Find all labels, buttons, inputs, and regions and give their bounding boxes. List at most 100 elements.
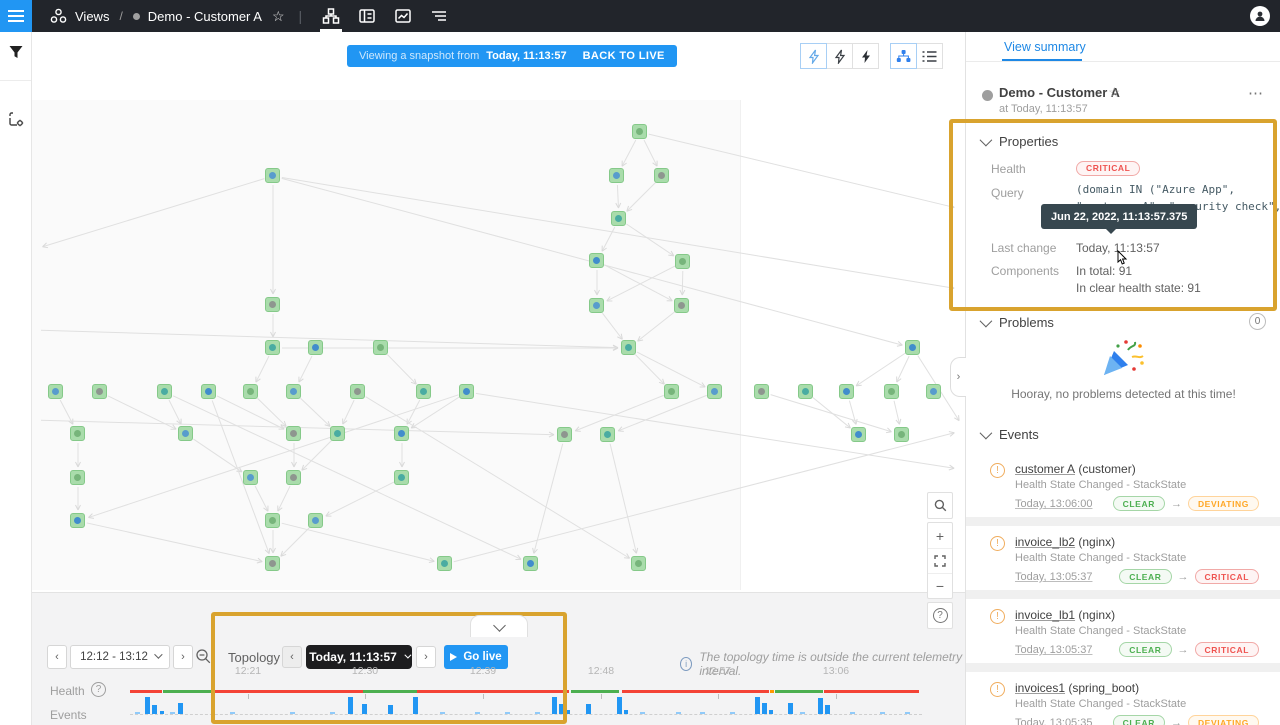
topology-node[interactable] <box>265 168 280 183</box>
zoom-in-button[interactable]: + <box>928 523 952 548</box>
topology-node[interactable] <box>286 426 301 441</box>
filter-icon[interactable] <box>0 32 32 72</box>
topology-node[interactable] <box>798 384 813 399</box>
topology-node[interactable] <box>707 384 722 399</box>
event-name[interactable]: invoice_lb1 (nginx) <box>1015 608 1115 622</box>
topology-node[interactable] <box>839 384 854 399</box>
tab-view-summary[interactable]: View summary <box>1004 40 1086 54</box>
topology-node[interactable] <box>265 297 280 312</box>
topology-canvas[interactable]: Viewing a snapshot from Today, 11:13:57 … <box>32 32 965 592</box>
topology-node[interactable] <box>70 470 85 485</box>
expand-panel-chevron-button[interactable]: › <box>950 357 966 397</box>
topology-node[interactable] <box>437 556 452 571</box>
topology-node[interactable] <box>373 340 388 355</box>
topology-node[interactable] <box>416 384 431 399</box>
topology-node[interactable] <box>894 427 909 442</box>
topology-node[interactable] <box>394 426 409 441</box>
metrics-view-icon[interactable] <box>388 0 418 32</box>
collapse-timeline-tab[interactable] <box>470 615 528 637</box>
topology-node[interactable] <box>350 384 365 399</box>
topology-node[interactable] <box>243 470 258 485</box>
topology-view-icon[interactable] <box>316 0 346 32</box>
range-next-button[interactable]: › <box>173 645 193 669</box>
event-time-link[interactable]: Today, 13:05:35 <box>1015 717 1092 725</box>
topology-node[interactable] <box>265 556 280 571</box>
breadcrumb-view-name[interactable]: Demo - Customer A <box>148 9 262 24</box>
zoom-search-button[interactable] <box>927 492 953 519</box>
topology-node[interactable] <box>589 298 604 313</box>
topology-node[interactable] <box>884 384 899 399</box>
topology-node[interactable] <box>265 340 280 355</box>
topology-node[interactable] <box>664 384 679 399</box>
topology-node[interactable] <box>675 254 690 269</box>
topology-node[interactable] <box>611 211 626 226</box>
topology-node[interactable] <box>754 384 769 399</box>
topology-node[interactable] <box>609 168 624 183</box>
events-section-header[interactable]: Events <box>980 427 1039 442</box>
topology-node[interactable] <box>286 384 301 399</box>
view-favorite-star-icon[interactable]: ☆ <box>1108 84 1121 101</box>
topology-node[interactable] <box>557 427 572 442</box>
topology-node[interactable] <box>308 340 323 355</box>
problems-filter-filled-icon[interactable] <box>852 43 879 69</box>
time-range-select[interactable]: 12:12 - 13:12 <box>70 645 170 669</box>
event-name[interactable]: invoice_lb2 (nginx) <box>1015 535 1115 549</box>
back-to-live-button[interactable]: BACK TO LIVE <box>583 50 665 62</box>
favorite-star-icon[interactable]: ☆ <box>272 8 285 25</box>
topology-node[interactable] <box>600 427 615 442</box>
topology-node[interactable] <box>459 384 474 399</box>
topology-node[interactable] <box>243 384 258 399</box>
topology-node[interactable] <box>201 384 216 399</box>
component-list-view-icon[interactable] <box>352 0 382 32</box>
problems-section-header[interactable]: Problems <box>980 315 1054 330</box>
problems-filter-active-icon[interactable] <box>800 43 827 69</box>
topology-node[interactable] <box>632 124 647 139</box>
topology-node[interactable] <box>70 426 85 441</box>
topology-node[interactable] <box>330 426 345 441</box>
topology-time-prev-button[interactable]: ‹ <box>282 646 302 668</box>
topology-node[interactable] <box>70 513 85 528</box>
menu-icon[interactable] <box>0 0 32 32</box>
zoom-out-button[interactable]: − <box>928 573 952 598</box>
user-avatar[interactable] <box>1250 6 1270 26</box>
event-name[interactable]: invoices1 (spring_boot) <box>1015 681 1139 695</box>
event-card[interactable]: !customer A (customer)Health State Chang… <box>979 453 1269 517</box>
topology-node[interactable] <box>674 298 689 313</box>
list-mode-icon[interactable] <box>916 43 943 69</box>
health-help-icon[interactable]: ? <box>91 682 106 697</box>
topology-node[interactable] <box>631 556 646 571</box>
topology-node[interactable] <box>523 556 538 571</box>
topology-node[interactable] <box>654 168 669 183</box>
range-prev-button[interactable]: ‹ <box>47 645 67 669</box>
topology-node[interactable] <box>905 340 920 355</box>
events-view-icon[interactable] <box>424 0 454 32</box>
view-more-menu[interactable]: ⋯ <box>1248 84 1264 102</box>
topology-time-next-button[interactable]: › <box>416 646 436 668</box>
topology-node[interactable] <box>851 427 866 442</box>
event-time-link[interactable]: Today, 13:05:37 <box>1015 644 1092 656</box>
breadcrumb-views[interactable]: Views <box>75 9 109 24</box>
event-time-link[interactable]: Today, 13:06:00 <box>1015 498 1092 510</box>
topology-node[interactable] <box>926 384 941 399</box>
canvas-help-button[interactable]: ? <box>927 602 953 629</box>
problems-filter-outline-icon[interactable] <box>826 43 853 69</box>
topology-node[interactable] <box>178 426 193 441</box>
topology-node[interactable] <box>286 470 301 485</box>
event-card[interactable]: !invoice_lb2 (nginx)Health State Changed… <box>979 526 1269 590</box>
zoom-out-range-icon[interactable] <box>195 648 212 670</box>
topology-mode-icon[interactable] <box>890 43 917 69</box>
topology-node[interactable] <box>265 513 280 528</box>
topology-node[interactable] <box>621 340 636 355</box>
topology-node[interactable] <box>308 513 323 528</box>
event-name[interactable]: customer A (customer) <box>1015 462 1136 476</box>
fit-to-screen-button[interactable] <box>928 548 952 573</box>
event-card[interactable]: !invoice_lb1 (nginx)Health State Changed… <box>979 599 1269 663</box>
event-card[interactable]: !invoices1 (spring_boot)Health State Cha… <box>979 672 1269 725</box>
properties-section-header[interactable]: Properties <box>980 134 1058 149</box>
event-time-link[interactable]: Today, 13:05:37 <box>1015 571 1092 583</box>
topology-node[interactable] <box>92 384 107 399</box>
topology-node[interactable] <box>589 253 604 268</box>
topology-node[interactable] <box>48 384 63 399</box>
topology-node[interactable] <box>394 470 409 485</box>
topology-node[interactable] <box>157 384 172 399</box>
